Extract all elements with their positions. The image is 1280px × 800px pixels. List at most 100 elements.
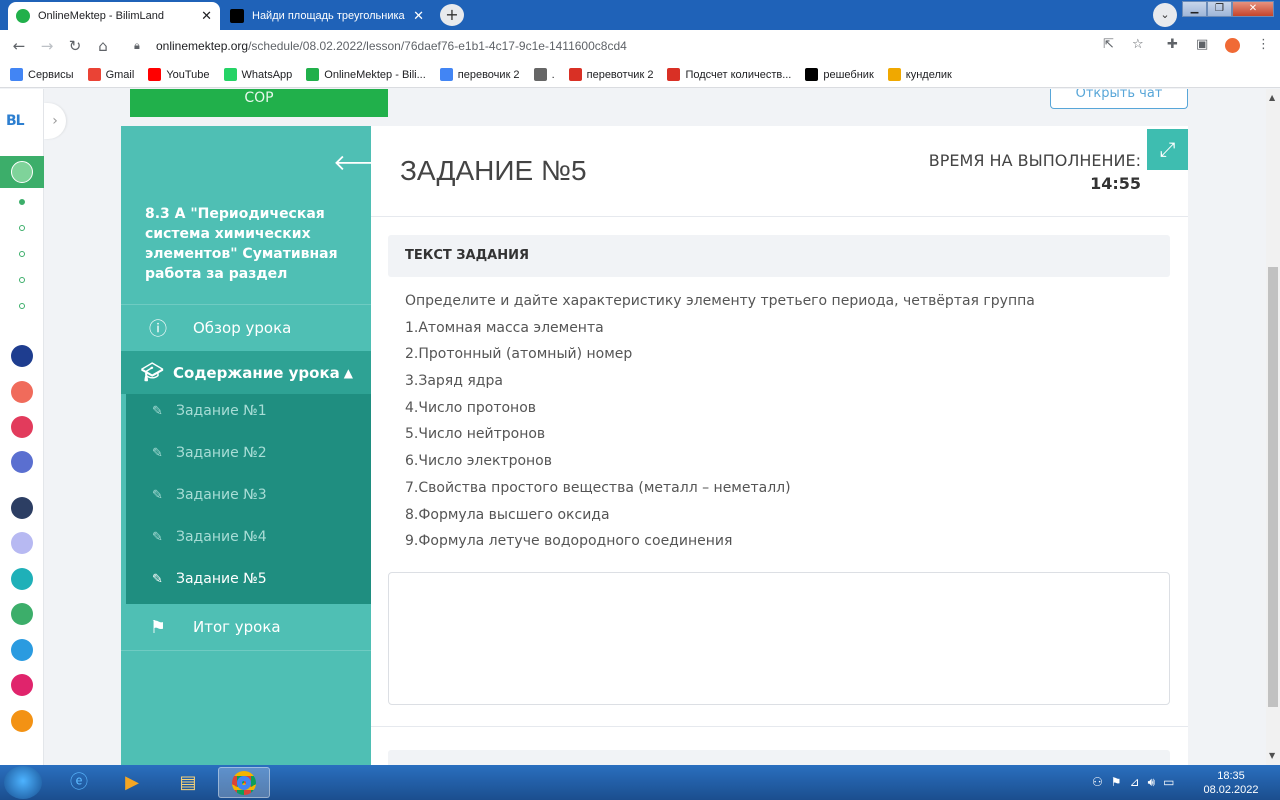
rail-app-icon[interactable] — [11, 381, 33, 403]
side-panel-icon[interactable]: ▣ — [1196, 37, 1208, 52]
rail-app-icon[interactable] — [11, 603, 33, 625]
bookmark-item[interactable]: перевочик 2 — [439, 68, 520, 81]
nav-item-summary[interactable]: ⚑ Итог урока — [121, 604, 371, 650]
edit-icon: ✎ — [152, 487, 163, 503]
chevron-up-icon: ▲ — [343, 365, 353, 380]
bookmark-item[interactable]: Gmail — [87, 68, 135, 81]
rail-app-icon[interactable] — [11, 568, 33, 590]
scroll-thumb[interactable] — [1268, 267, 1278, 707]
bilimland-logo[interactable]: BL — [6, 113, 25, 129]
media-player-icon[interactable]: ▶ — [106, 767, 158, 798]
task-line: 8.Формула высшего оксида — [405, 506, 610, 523]
edit-icon: ✎ — [152, 403, 163, 419]
internet-explorer-icon[interactable]: ⓔ — [53, 767, 105, 798]
task-line: 7.Свойства простого вещества (металл – н… — [405, 479, 791, 496]
flag-icon: ⚑ — [149, 616, 167, 638]
scroll-up-arrow-icon[interactable]: ▲ — [1269, 93, 1275, 102]
tab-onlinemektep[interactable]: OnlineMektep - BilimLand ✕ — [8, 2, 220, 30]
reload-icon[interactable]: ↻ — [66, 37, 84, 55]
start-button[interactable] — [4, 766, 42, 799]
task-item-1[interactable]: ✎ Задание №1 — [152, 403, 267, 419]
rail-app-icon[interactable] — [11, 639, 33, 661]
rail-dot[interactable] — [19, 199, 25, 205]
edit-icon: ✎ — [152, 445, 163, 461]
bookmark-item[interactable]: Подсчет количеств... — [667, 68, 791, 81]
forward-arrow-icon[interactable]: → — [38, 37, 56, 55]
fullscreen-expand-button[interactable]: ⤢ — [1147, 129, 1188, 170]
graduation-cap-icon: 🎓︎ — [140, 362, 164, 383]
system-clock[interactable]: 18:35 08.02.2022 — [1200, 769, 1262, 797]
task-item-4[interactable]: ✎ Задание №4 — [152, 529, 267, 545]
address-bar[interactable]: 🔒︎ onlinemektep.org/schedule/08.02.2022/… — [124, 33, 1154, 59]
nav-item-lesson-content[interactable]: 🎓︎ Содержание урока ▲ — [121, 351, 371, 394]
bookmark-label: Gmail — [105, 68, 135, 81]
rail-expand-chevron-icon[interactable]: › — [44, 103, 66, 139]
task-item-2[interactable]: ✎ Задание №2 — [152, 445, 267, 461]
rail-app-icon[interactable] — [11, 416, 33, 438]
smart-app-icon[interactable] — [11, 497, 33, 519]
bookmark-item[interactable]: WhatsApp — [223, 68, 292, 81]
bookmark-item[interactable]: перевотчик 2 — [568, 68, 654, 81]
volume-icon[interactable]: 🔊︎ — [1148, 775, 1156, 790]
minimize-button[interactable]: ▁ — [1182, 1, 1207, 17]
task-line: 2.Протонный (атомный) номер — [405, 346, 633, 363]
answer-textarea[interactable] — [388, 572, 1170, 705]
edit-icon: ✎ — [152, 571, 163, 587]
flag-icon[interactable]: ⚑ — [1111, 775, 1122, 790]
file-explorer-icon[interactable]: ▤ — [162, 767, 214, 798]
back-arrow-icon[interactable]: ← — [10, 37, 28, 55]
new-tab-button[interactable]: + — [440, 4, 464, 26]
tab-triangle-area[interactable]: Найди площадь треугольника с ✕ — [222, 2, 432, 30]
wifi-icon[interactable]: ⊿ — [1130, 775, 1140, 790]
lesson-title: 8.3 А "Периодическая система химических … — [145, 206, 338, 282]
task-list: ✎ Задание №1 ✎ Задание №2 ✎ Задание №3 ✎ Зад… — [126, 394, 371, 604]
nav-item-overview[interactable]: ⓘ Обзор урока — [121, 305, 371, 351]
bookmark-item[interactable]: OnlineMektep - Bili... — [306, 68, 426, 81]
network-icon[interactable]: ⚇ — [1092, 775, 1103, 790]
chrome-icon[interactable] — [218, 767, 270, 798]
tab-title: Найди площадь треугольника с — [252, 10, 408, 22]
window-close-button[interactable]: ✕ — [1232, 1, 1274, 17]
rail-app-icon[interactable] — [11, 345, 33, 367]
notification-icon[interactable]: ▭ — [1163, 775, 1174, 790]
rail-dot[interactable] — [19, 225, 25, 231]
share-icon[interactable]: ⇱ — [1103, 37, 1114, 52]
rail-dot[interactable] — [19, 277, 25, 283]
znanija-favicon-icon — [230, 9, 244, 23]
bookmark-item[interactable]: Сервисы — [10, 68, 74, 81]
browser-tab-bar: OnlineMektep - BilimLand ✕ Найди площадь… — [0, 0, 1280, 30]
profile-avatar-icon[interactable] — [1225, 38, 1240, 53]
bookmark-item[interactable]: . — [533, 68, 555, 81]
open-chat-button[interactable]: Открыть чат — [1050, 89, 1188, 109]
task-label: Задание №2 — [176, 445, 267, 461]
page-scrollbar[interactable]: ▲ ▼ — [1266, 89, 1280, 765]
rail-app-icon[interactable] — [11, 710, 33, 732]
menu-kebab-icon[interactable]: ⋮ — [1257, 37, 1270, 52]
bookmark-label: перевотчик 2 — [586, 68, 654, 81]
timer-value: 14:55 — [1090, 174, 1141, 193]
bookmark-item[interactable]: кунделик — [887, 68, 952, 81]
close-tab-icon[interactable]: ✕ — [201, 9, 212, 24]
home-icon[interactable]: ⌂ — [94, 37, 112, 55]
extensions-puzzle-icon[interactable]: ✚ — [1167, 37, 1178, 52]
rail-dot[interactable] — [19, 303, 25, 309]
rail-app-onlinemektep[interactable] — [0, 156, 44, 188]
restore-button[interactable]: ❐ — [1207, 1, 1232, 17]
rail-app-icon[interactable] — [11, 532, 33, 554]
onlinemektep-favicon-icon — [16, 9, 30, 23]
bookmark-item[interactable]: YouTube — [148, 68, 210, 81]
bookmark-star-icon[interactable]: ☆ — [1132, 37, 1144, 52]
timer-label: ВРЕМЯ НА ВЫПОЛНЕНИЕ: — [928, 151, 1141, 170]
rail-dot[interactable] — [19, 251, 25, 257]
task-item-5[interactable]: ✎ Задание №5 — [152, 571, 267, 587]
task-item-3[interactable]: ✎ Задание №3 — [152, 487, 267, 503]
sor-button[interactable]: СОР — [130, 89, 388, 117]
bookmark-item[interactable]: решебник — [805, 68, 874, 81]
scroll-down-arrow-icon[interactable]: ▼ — [1269, 751, 1275, 760]
rail-app-icon[interactable] — [11, 451, 33, 473]
close-tab-icon[interactable]: ✕ — [413, 9, 424, 24]
nav-item-label: Обзор урока — [193, 319, 292, 337]
google-g-icon — [87, 68, 101, 81]
rail-app-icon[interactable] — [11, 674, 33, 696]
tab-search-button[interactable]: ⌄ — [1153, 3, 1177, 27]
